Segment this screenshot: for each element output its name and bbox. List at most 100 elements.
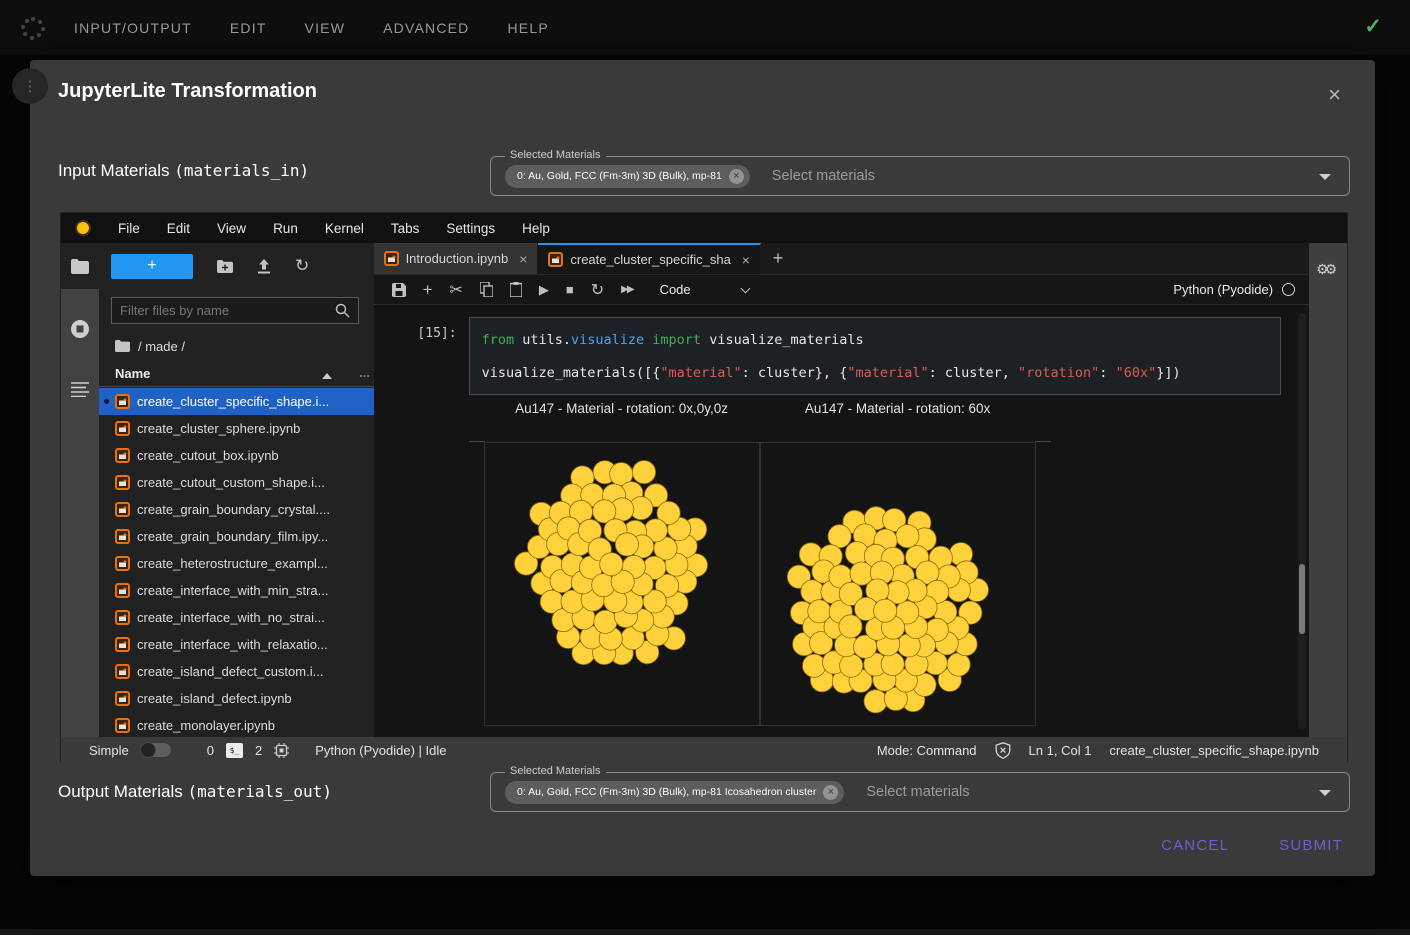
- tab-label: Introduction.ipynb: [406, 251, 509, 266]
- submit-button[interactable]: SUBMIT: [1279, 837, 1343, 854]
- file-item[interactable]: create_interface_with_no_strai...: [99, 604, 374, 631]
- paste-cells-icon[interactable]: [510, 282, 522, 297]
- filter-box: [111, 297, 359, 324]
- jupyter-menu-kernel[interactable]: Kernel: [325, 221, 364, 236]
- restart-kernel-icon[interactable]: ↻: [591, 280, 604, 300]
- code-cell[interactable]: [15]: from utils.visualize import visual…: [374, 317, 1311, 395]
- scrollbar-thumb[interactable]: [1299, 564, 1305, 634]
- new-tab-button[interactable]: +: [761, 243, 795, 274]
- jupyter-menu-run[interactable]: Run: [273, 221, 298, 236]
- insert-cell-icon[interactable]: +: [423, 280, 433, 300]
- filter-files-input[interactable]: [112, 303, 335, 318]
- folder-icon: [115, 340, 130, 352]
- run-cell-icon[interactable]: ▶: [539, 282, 549, 298]
- cut-cells-icon[interactable]: ✂: [450, 280, 463, 300]
- terminal-count[interactable]: 0: [207, 743, 214, 758]
- notebook-file-icon: [115, 421, 130, 436]
- notebook-file-icon: [115, 718, 130, 733]
- notebook-content[interactable]: [15]: from utils.visualize import visual…: [374, 305, 1310, 737]
- simple-mode-toggle[interactable]: [141, 743, 171, 757]
- input-materials-label: Input Materials (materials_in): [58, 161, 309, 181]
- file-item[interactable]: create_interface_with_min_stra...: [99, 577, 374, 604]
- tab-close-icon[interactable]: ×: [742, 252, 750, 268]
- app-dots-icon[interactable]: [20, 15, 46, 41]
- trust-shield-icon[interactable]: [995, 742, 1011, 759]
- topbar-menu-view[interactable]: VIEW: [305, 20, 346, 36]
- notebook-file-icon: [115, 448, 130, 463]
- new-launcher-button[interactable]: +: [111, 254, 193, 279]
- running-kernels-tab[interactable]: [61, 319, 99, 339]
- notebook-file-icon: [115, 394, 130, 409]
- cell-type-select[interactable]: Code: [660, 282, 691, 297]
- jupyter-menu-edit[interactable]: Edit: [167, 221, 190, 236]
- jupyter-menu-settings[interactable]: Settings: [446, 221, 495, 236]
- tab-close-icon[interactable]: ×: [519, 251, 527, 267]
- file-item[interactable]: create_cluster_specific_shape.i...: [99, 388, 374, 415]
- file-name: create_grain_boundary_film.ipy...: [137, 529, 328, 544]
- file-item[interactable]: create_island_defect_custom.i...: [99, 658, 374, 685]
- file-name: create_interface_with_no_strai...: [137, 610, 325, 625]
- input-materials-select[interactable]: Selected Materials 0: Au, Gold, FCC (Fm-…: [490, 156, 1350, 196]
- material-viewer-right[interactable]: [760, 442, 1036, 726]
- cell-type-caret-icon[interactable]: [740, 283, 750, 293]
- topbar-menu-advanced[interactable]: ADVANCED: [383, 20, 469, 36]
- material-viewer-left[interactable]: [484, 442, 760, 726]
- breadcrumb[interactable]: / made /: [115, 335, 185, 357]
- file-item[interactable]: create_grain_boundary_film.ipy...: [99, 523, 374, 550]
- dropdown-caret-icon[interactable]: [1319, 790, 1331, 796]
- material-chip: 0: Au, Gold, FCC (Fm-3m) 3D (Bulk), mp-8…: [505, 781, 844, 804]
- notebook-tab[interactable]: Introduction.ipynb ×: [374, 243, 539, 274]
- file-name: create_cluster_specific_shape.i...: [137, 394, 329, 409]
- topbar-menu-help[interactable]: HELP: [508, 20, 549, 36]
- notebook-scrollbar[interactable]: [1298, 313, 1306, 729]
- restart-run-all-icon[interactable]: ▶▶: [621, 284, 632, 295]
- file-item[interactable]: create_grain_boundary_crystal....: [99, 496, 374, 523]
- copy-cells-icon[interactable]: [480, 282, 493, 297]
- file-item[interactable]: create_island_defect.ipynb: [99, 685, 374, 712]
- bottom-edge: [0, 929, 1410, 935]
- new-folder-icon[interactable]: [217, 260, 233, 273]
- output-materials-select[interactable]: Selected Materials 0: Au, Gold, FCC (Fm-…: [490, 772, 1350, 812]
- jupyter-menu-view[interactable]: View: [217, 221, 246, 236]
- toc-tab[interactable]: [61, 381, 99, 397]
- save-icon[interactable]: [392, 283, 406, 297]
- jupyter-menu-tabs[interactable]: Tabs: [391, 221, 420, 236]
- cell-editor[interactable]: from utils.visualize import visualize_ma…: [469, 317, 1281, 395]
- file-list-header[interactable]: Name ...: [99, 363, 374, 387]
- file-item[interactable]: create_interface_with_relaxatio...: [99, 631, 374, 658]
- stop-kernel-icon[interactable]: ■: [566, 282, 574, 297]
- name-column-header[interactable]: Name: [115, 366, 150, 381]
- file-item[interactable]: create_cluster_sphere.ipynb: [99, 415, 374, 442]
- drag-handle[interactable]: ⋮: [12, 68, 48, 104]
- dropdown-caret-icon[interactable]: [1319, 174, 1331, 180]
- dialog-close-icon[interactable]: ×: [1328, 84, 1341, 106]
- kernel-name[interactable]: Python (Pyodide): [1173, 282, 1273, 297]
- kernel-status-text[interactable]: Python (Pyodide) | Idle: [315, 743, 446, 758]
- top-menu-bar: INPUT/OUTPUTEDITVIEWADVANCEDHELP ✓: [0, 0, 1410, 55]
- file-item[interactable]: create_heterostructure_exampl...: [99, 550, 374, 577]
- cancel-button[interactable]: CANCEL: [1161, 837, 1229, 854]
- file-item[interactable]: create_cutout_custom_shape.i...: [99, 469, 374, 496]
- file-item[interactable]: create_monolayer.ipynb: [99, 712, 374, 739]
- status-bar: Simple 0 $_ 2 Python (Pyodide) | Idle Mo…: [61, 737, 1347, 763]
- jupyter-menus: File Edit View Run Kernel Tabs Settings Help: [118, 221, 550, 236]
- output-title-right: Au147 - Material - rotation: 60x: [760, 401, 1036, 416]
- screen: INPUT/OUTPUTEDITVIEWADVANCEDHELP ✓ ⋮ Jup…: [0, 0, 1410, 935]
- cpu-icon: [274, 743, 289, 758]
- gold-cluster-image: [761, 443, 1035, 725]
- jupyter-menu-help[interactable]: Help: [522, 221, 550, 236]
- cursor-position[interactable]: Ln 1, Col 1: [1029, 743, 1092, 758]
- jupyter-menu-file[interactable]: File: [118, 221, 140, 236]
- notebook-tab[interactable]: create_cluster_specific_sha×: [538, 243, 761, 274]
- chip-remove-icon[interactable]: ×: [729, 169, 744, 184]
- file-item[interactable]: create_cutout_box.ipynb: [99, 442, 374, 469]
- kernel-count[interactable]: 2: [255, 743, 262, 758]
- chip-remove-icon[interactable]: ×: [823, 785, 838, 800]
- upload-icon[interactable]: [257, 259, 271, 274]
- filebrowser-tab[interactable]: [61, 243, 99, 289]
- settings-gears-icon[interactable]: ⚙⚙: [1316, 261, 1333, 278]
- kernel-status-icon[interactable]: [1282, 283, 1295, 296]
- topbar-menu-input-output[interactable]: INPUT/OUTPUT: [74, 20, 192, 36]
- refresh-icon[interactable]: ↻: [295, 256, 309, 276]
- topbar-menu-edit[interactable]: EDIT: [230, 20, 267, 36]
